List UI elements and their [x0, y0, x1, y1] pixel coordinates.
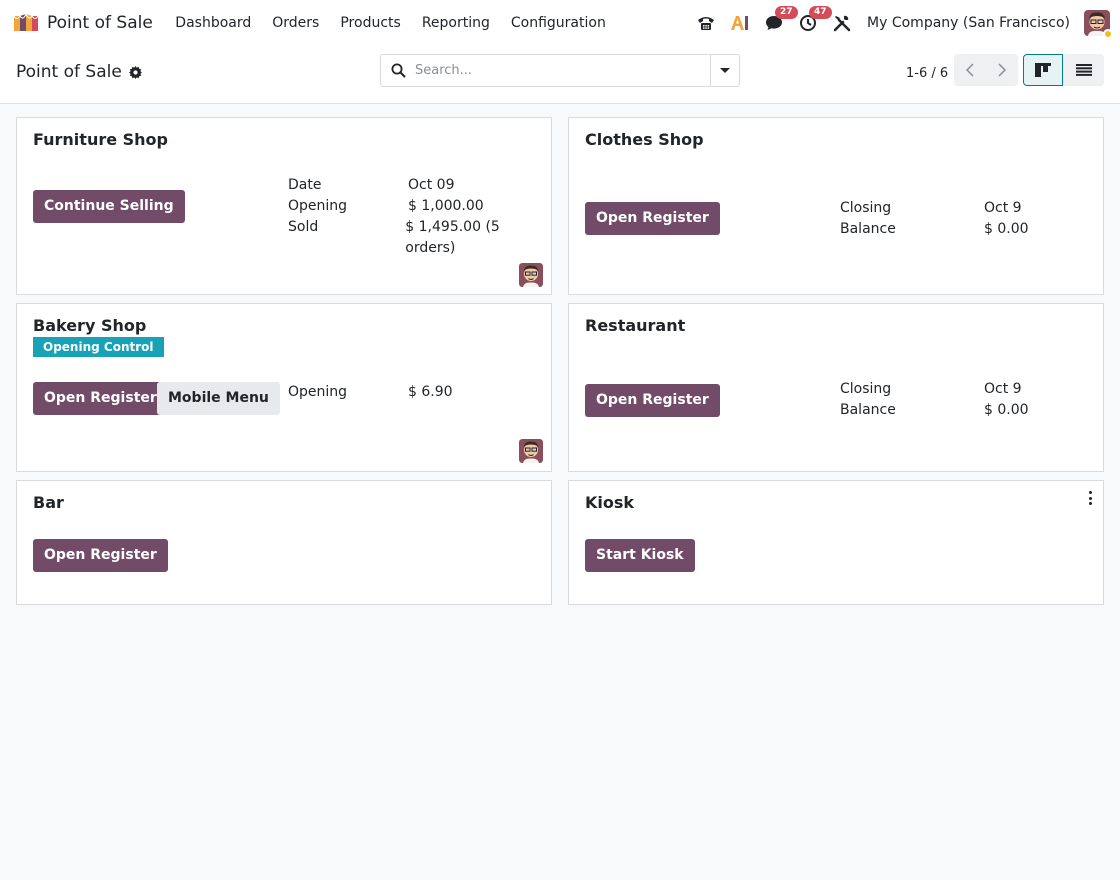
- pos-card-restaurant: Restaurant Open Register Closing Oct 9 Ba…: [568, 303, 1104, 472]
- gear-icon[interactable]: [128, 65, 142, 79]
- card-title: Clothes Shop: [585, 130, 704, 149]
- info-label: Closing: [840, 200, 892, 216]
- pager-value[interactable]: 1-6 / 6: [906, 66, 948, 81]
- menu-item-products[interactable]: Products: [330, 15, 411, 31]
- pos-card-furniture-shop: Furniture Shop Continue Selling Date Oct …: [16, 117, 552, 295]
- info-value: $ 6.90: [408, 384, 453, 400]
- user-avatar-small: [519, 263, 543, 287]
- pos-card-clothes-shop: Clothes Shop Open Register Closing Oct 9 …: [568, 117, 1104, 295]
- session-info: Closing Oct 9 Balance $ 0.00: [840, 379, 1029, 421]
- phone-icon[interactable]: [695, 12, 717, 34]
- app-name: Point of Sale: [47, 12, 153, 33]
- top-navbar: Point of Sale Dashboard Orders Products …: [0, 0, 1120, 45]
- card-title: Furniture Shop: [33, 130, 168, 149]
- company-switcher[interactable]: My Company (San Francisco): [867, 15, 1070, 31]
- search-bar: [380, 54, 740, 87]
- ai-icon[interactable]: [729, 12, 751, 34]
- info-label: Opening: [288, 198, 348, 214]
- card-title: Kiosk: [585, 493, 635, 512]
- search-options-toggle[interactable]: [710, 55, 739, 86]
- breadcrumb: Point of Sale: [16, 62, 142, 82]
- user-avatar[interactable]: [1084, 9, 1113, 39]
- pos-card-kiosk: Kiosk Start Kiosk: [568, 480, 1104, 605]
- menu-item-configuration[interactable]: Configuration: [500, 15, 616, 31]
- info-label: Date: [288, 177, 322, 193]
- search-icon: [381, 63, 415, 78]
- systray: 27 47 My Company (San Francisco): [689, 0, 1113, 45]
- info-value: $ 0.00: [984, 221, 1029, 237]
- chevron-left-icon: [965, 63, 974, 77]
- info-value: $ 0.00: [984, 402, 1029, 418]
- chevron-right-icon: [998, 63, 1007, 77]
- list-icon: [1075, 64, 1092, 76]
- messages-count-badge: 27: [775, 5, 798, 19]
- info-value: $ 1,000.00: [408, 198, 484, 214]
- continue-selling-button[interactable]: Continue Selling: [33, 190, 185, 223]
- info-value: Oct 09: [408, 177, 455, 193]
- card-title: Bar: [33, 493, 64, 512]
- info-label: Sold: [288, 219, 319, 235]
- start-kiosk-button[interactable]: Start Kiosk: [585, 539, 695, 572]
- pager-previous-button[interactable]: [954, 54, 986, 86]
- pos-app-icon: [13, 12, 39, 31]
- session-info: Closing Oct 9 Balance $ 0.00: [840, 198, 1029, 240]
- search-input[interactable]: [415, 55, 710, 86]
- more-options-icon[interactable]: [1087, 491, 1093, 505]
- info-value: Oct 9: [984, 200, 1022, 216]
- kanban-icon: [1035, 63, 1051, 77]
- control-panel: Point of Sale 1-6 / 6: [0, 45, 1120, 104]
- open-register-button[interactable]: Open Register: [585, 384, 720, 417]
- pos-card-bakery-shop: Bakery Shop Opening Control Open Registe…: [16, 303, 552, 472]
- tools-icon[interactable]: [831, 12, 853, 34]
- pager-next-button[interactable]: [986, 54, 1018, 86]
- kanban-view-button[interactable]: [1023, 54, 1063, 86]
- open-register-button[interactable]: Open Register: [33, 382, 168, 415]
- activities-count-badge: 47: [809, 5, 832, 19]
- open-register-button[interactable]: Open Register: [33, 539, 168, 572]
- info-label: Balance: [840, 221, 896, 237]
- session-info: Date Oct 09 Opening $ 1,000.00 Sold $ 1,495…: [288, 175, 551, 259]
- menu-item-dashboard[interactable]: Dashboard: [165, 15, 262, 31]
- messages-icon[interactable]: 27: [763, 5, 798, 34]
- session-info: Opening $ 6.90: [288, 382, 453, 403]
- activity-clock-icon[interactable]: 47: [797, 5, 832, 34]
- page-title: Point of Sale: [16, 62, 122, 82]
- caret-down-icon: [720, 68, 730, 73]
- mobile-menu-button[interactable]: Mobile Menu: [157, 382, 280, 415]
- info-label: Balance: [840, 402, 896, 418]
- menu-item-reporting[interactable]: Reporting: [411, 15, 500, 31]
- info-value: $ 1,495.00 (5 orders): [405, 219, 500, 256]
- list-view-button[interactable]: [1063, 54, 1104, 86]
- info-value: Oct 9: [984, 381, 1022, 397]
- info-label: Opening: [288, 384, 348, 400]
- info-label: Closing: [840, 381, 892, 397]
- status-badge: Opening Control: [33, 337, 164, 357]
- card-title: Restaurant: [585, 316, 686, 335]
- user-avatar-small: [519, 439, 543, 463]
- status-dot: [1103, 28, 1113, 39]
- open-register-button[interactable]: Open Register: [585, 202, 720, 235]
- app-brand[interactable]: Point of Sale: [12, 12, 153, 33]
- card-title: Bakery Shop: [33, 316, 147, 335]
- menu-item-orders[interactable]: Orders: [262, 15, 330, 31]
- pos-card-bar: Bar Open Register: [16, 480, 552, 605]
- main-menu: Dashboard Orders Products Reporting Conf…: [165, 15, 617, 31]
